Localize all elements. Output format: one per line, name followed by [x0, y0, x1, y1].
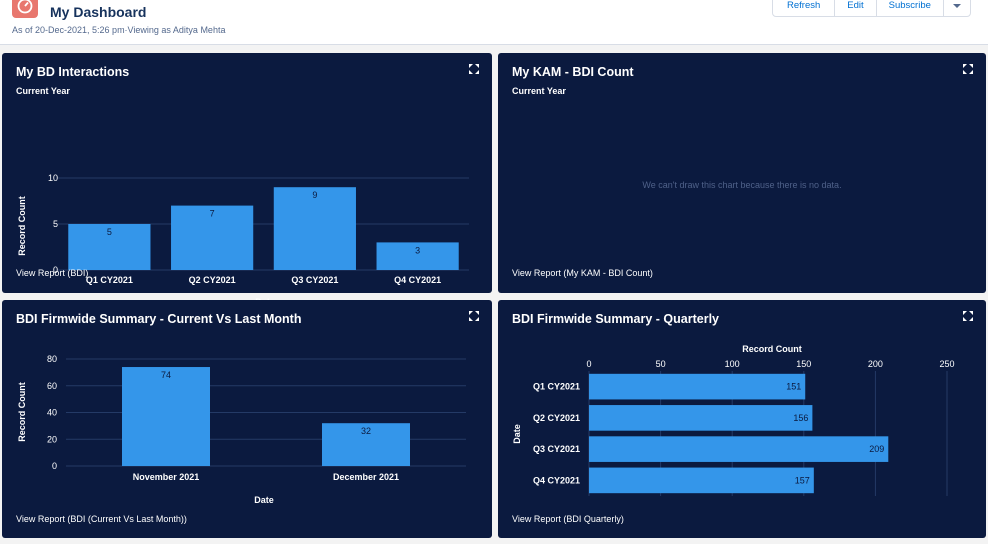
- panel-title: My BD Interactions: [16, 65, 130, 79]
- x-tick-label: 50: [656, 359, 666, 369]
- bar-data-label: 74: [161, 370, 171, 380]
- bar: [589, 467, 814, 494]
- firmwide-month-chart: Record Count Date 80 60 40 20 0 74 November 20…: [17, 354, 466, 505]
- x-axis-title: Date: [254, 495, 274, 505]
- x-tick-label: December 2021: [333, 472, 399, 482]
- bar: [589, 405, 813, 431]
- y-tick-label: Q4 CY2021: [533, 475, 580, 485]
- bd-interactions-chart: Record Count Date 10505Q1 CY20217Q2 CY20…: [17, 173, 469, 307]
- x-tick-label: 250: [939, 359, 954, 369]
- y-axis-title: Record Count: [17, 196, 27, 256]
- bar-data-label: 151: [786, 382, 801, 392]
- bar-data-label: 156: [793, 413, 808, 423]
- y-tick-label: 40: [47, 408, 57, 418]
- y-tick-label: Q1 CY2021: [533, 382, 580, 392]
- y-tick-label: Q3 CY2021: [533, 444, 580, 454]
- view-report-link[interactable]: View Report (My KAM - BDI Count): [512, 268, 653, 278]
- expand-icon[interactable]: [468, 63, 480, 75]
- panel-bd-interactions: My BD Interactions Current Year Record C…: [2, 53, 492, 307]
- bar-data-label: 209: [869, 444, 884, 454]
- bar: [122, 367, 210, 466]
- x-tick-label: Q3 CY2021: [291, 275, 338, 285]
- panel-title: My KAM - BDI Count: [512, 65, 634, 79]
- refresh-button[interactable]: Refresh: [773, 0, 836, 16]
- y-tick-label: 60: [47, 381, 57, 391]
- bar-data-label: 32: [361, 426, 371, 436]
- firmwide-quarterly-chart: Record Count Date 0 50 100 150 200 250 151 Q1 C…: [512, 344, 955, 496]
- dashboard-app-icon: [12, 0, 38, 18]
- y-axis-title: Record Count: [17, 382, 27, 442]
- y-tick-label: 80: [47, 354, 57, 364]
- subscribe-button[interactable]: Subscribe: [877, 0, 944, 16]
- edit-button[interactable]: Edit: [835, 0, 877, 16]
- x-axis-title: Record Count: [742, 344, 802, 354]
- panel-subtitle: Current Year: [16, 86, 70, 96]
- bar-data-label: 5: [107, 227, 112, 237]
- x-tick-label: Q1 CY2021: [86, 275, 133, 285]
- chevron-down-icon: [952, 4, 961, 8]
- bar-data-label: 157: [795, 475, 810, 485]
- panel-firmwide-month: BDI Firmwide Summary - Current Vs Last M…: [2, 300, 492, 538]
- expand-icon[interactable]: [962, 63, 974, 75]
- header-button-group: Refresh Edit Subscribe: [772, 0, 971, 17]
- y-tick-label: 5: [53, 219, 58, 229]
- y-axis-title: Date: [512, 424, 522, 444]
- bar: [589, 436, 889, 462]
- panel-kam-bdi-count: My KAM - BDI Count Current Year We can't…: [498, 53, 986, 293]
- x-tick-label: 0: [586, 359, 591, 369]
- x-tick-label: 150: [796, 359, 811, 369]
- page-title: My Dashboard: [50, 4, 147, 20]
- view-report-link[interactable]: View Report (BDI (Current Vs Last Month)…: [16, 514, 187, 524]
- page-subtitle: As of 20-Dec-2021, 5:26 pm·Viewing as Ad…: [12, 25, 226, 35]
- x-tick-label: 200: [868, 359, 883, 369]
- bar-data-label: 7: [210, 209, 215, 219]
- y-tick-label: 20: [47, 434, 57, 444]
- panel-subtitle: Current Year: [512, 86, 566, 96]
- more-actions-button[interactable]: [944, 0, 970, 16]
- y-tick-label: 10: [48, 173, 58, 183]
- no-data-message: We can't draw this chart because there i…: [642, 180, 842, 190]
- y-tick-label: 0: [52, 461, 57, 471]
- x-tick-label: Q4 CY2021: [394, 275, 441, 285]
- x-tick-label: Q2 CY2021: [189, 275, 236, 285]
- x-tick-label: 100: [725, 359, 740, 369]
- dashboard-header: My Dashboard As of 20-Dec-2021, 5:26 pm·…: [0, 0, 988, 45]
- bar-data-label: 3: [415, 245, 420, 255]
- view-report-link[interactable]: View Report (BDI Quarterly): [512, 514, 624, 524]
- view-report-link[interactable]: View Report (BDI): [16, 268, 88, 278]
- bar: [589, 373, 806, 400]
- x-tick-label: November 2021: [133, 472, 200, 482]
- y-tick-label: Q2 CY2021: [533, 413, 580, 423]
- panel-firmwide-quarterly: BDI Firmwide Summary - Quarterly Record …: [498, 300, 986, 538]
- bar-data-label: 9: [312, 190, 317, 200]
